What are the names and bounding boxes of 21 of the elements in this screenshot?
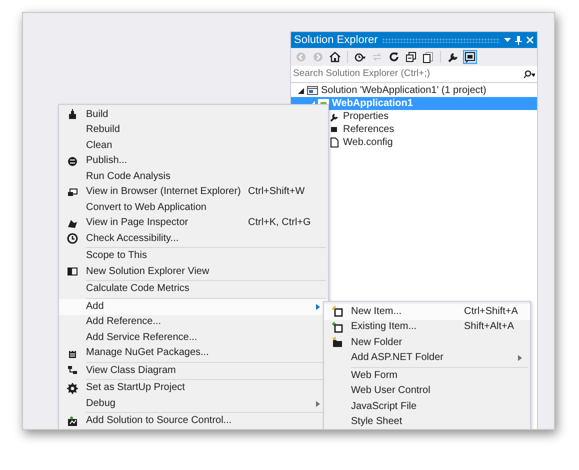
menu-item[interactable]: JavaScript File xyxy=(324,399,530,414)
menu-item[interactable]: New Folder xyxy=(324,335,530,350)
menu-item[interactable]: Style Sheet xyxy=(324,414,530,429)
menu-item[interactable]: Scope to This xyxy=(59,248,328,264)
menu-item[interactable]: Convert to Web Application xyxy=(59,200,328,216)
menu-item[interactable]: View in Browser (Internet Explorer) Ctrl+Shift+W xyxy=(59,184,328,200)
menu-item[interactable]: Add ASP.NET Folder xyxy=(324,350,530,366)
menu-item[interactable]: Web User Control xyxy=(324,384,530,399)
menu-item[interactable]: New Item... Ctrl+Shift+A xyxy=(324,304,530,320)
menu-item[interactable]: Calculate Code Metrics xyxy=(59,282,328,297)
menu-item[interactable]: New Solution Explorer View xyxy=(59,264,328,280)
menu-item[interactable]: Web Form xyxy=(324,368,530,384)
tree-item[interactable]: Solution 'WebApplication1' (1 project) xyxy=(291,84,537,97)
menu-item[interactable]: Run Code Analysis xyxy=(59,169,328,184)
menu-item[interactable]: Add xyxy=(59,299,328,314)
menu-item[interactable]: Check Accessibility... xyxy=(59,231,328,246)
search-field[interactable]: Search Solution Explorer (Ctrl+;) xyxy=(293,66,523,82)
menu-item[interactable]: View in Page Inspector Ctrl+K, Ctrl+G xyxy=(59,216,328,231)
panel-title: Solution Explorer xyxy=(294,34,378,46)
menu-item[interactable]: Existing Item... Shift+Alt+A xyxy=(324,320,530,335)
menu-item[interactable]: Publish... xyxy=(59,154,328,169)
